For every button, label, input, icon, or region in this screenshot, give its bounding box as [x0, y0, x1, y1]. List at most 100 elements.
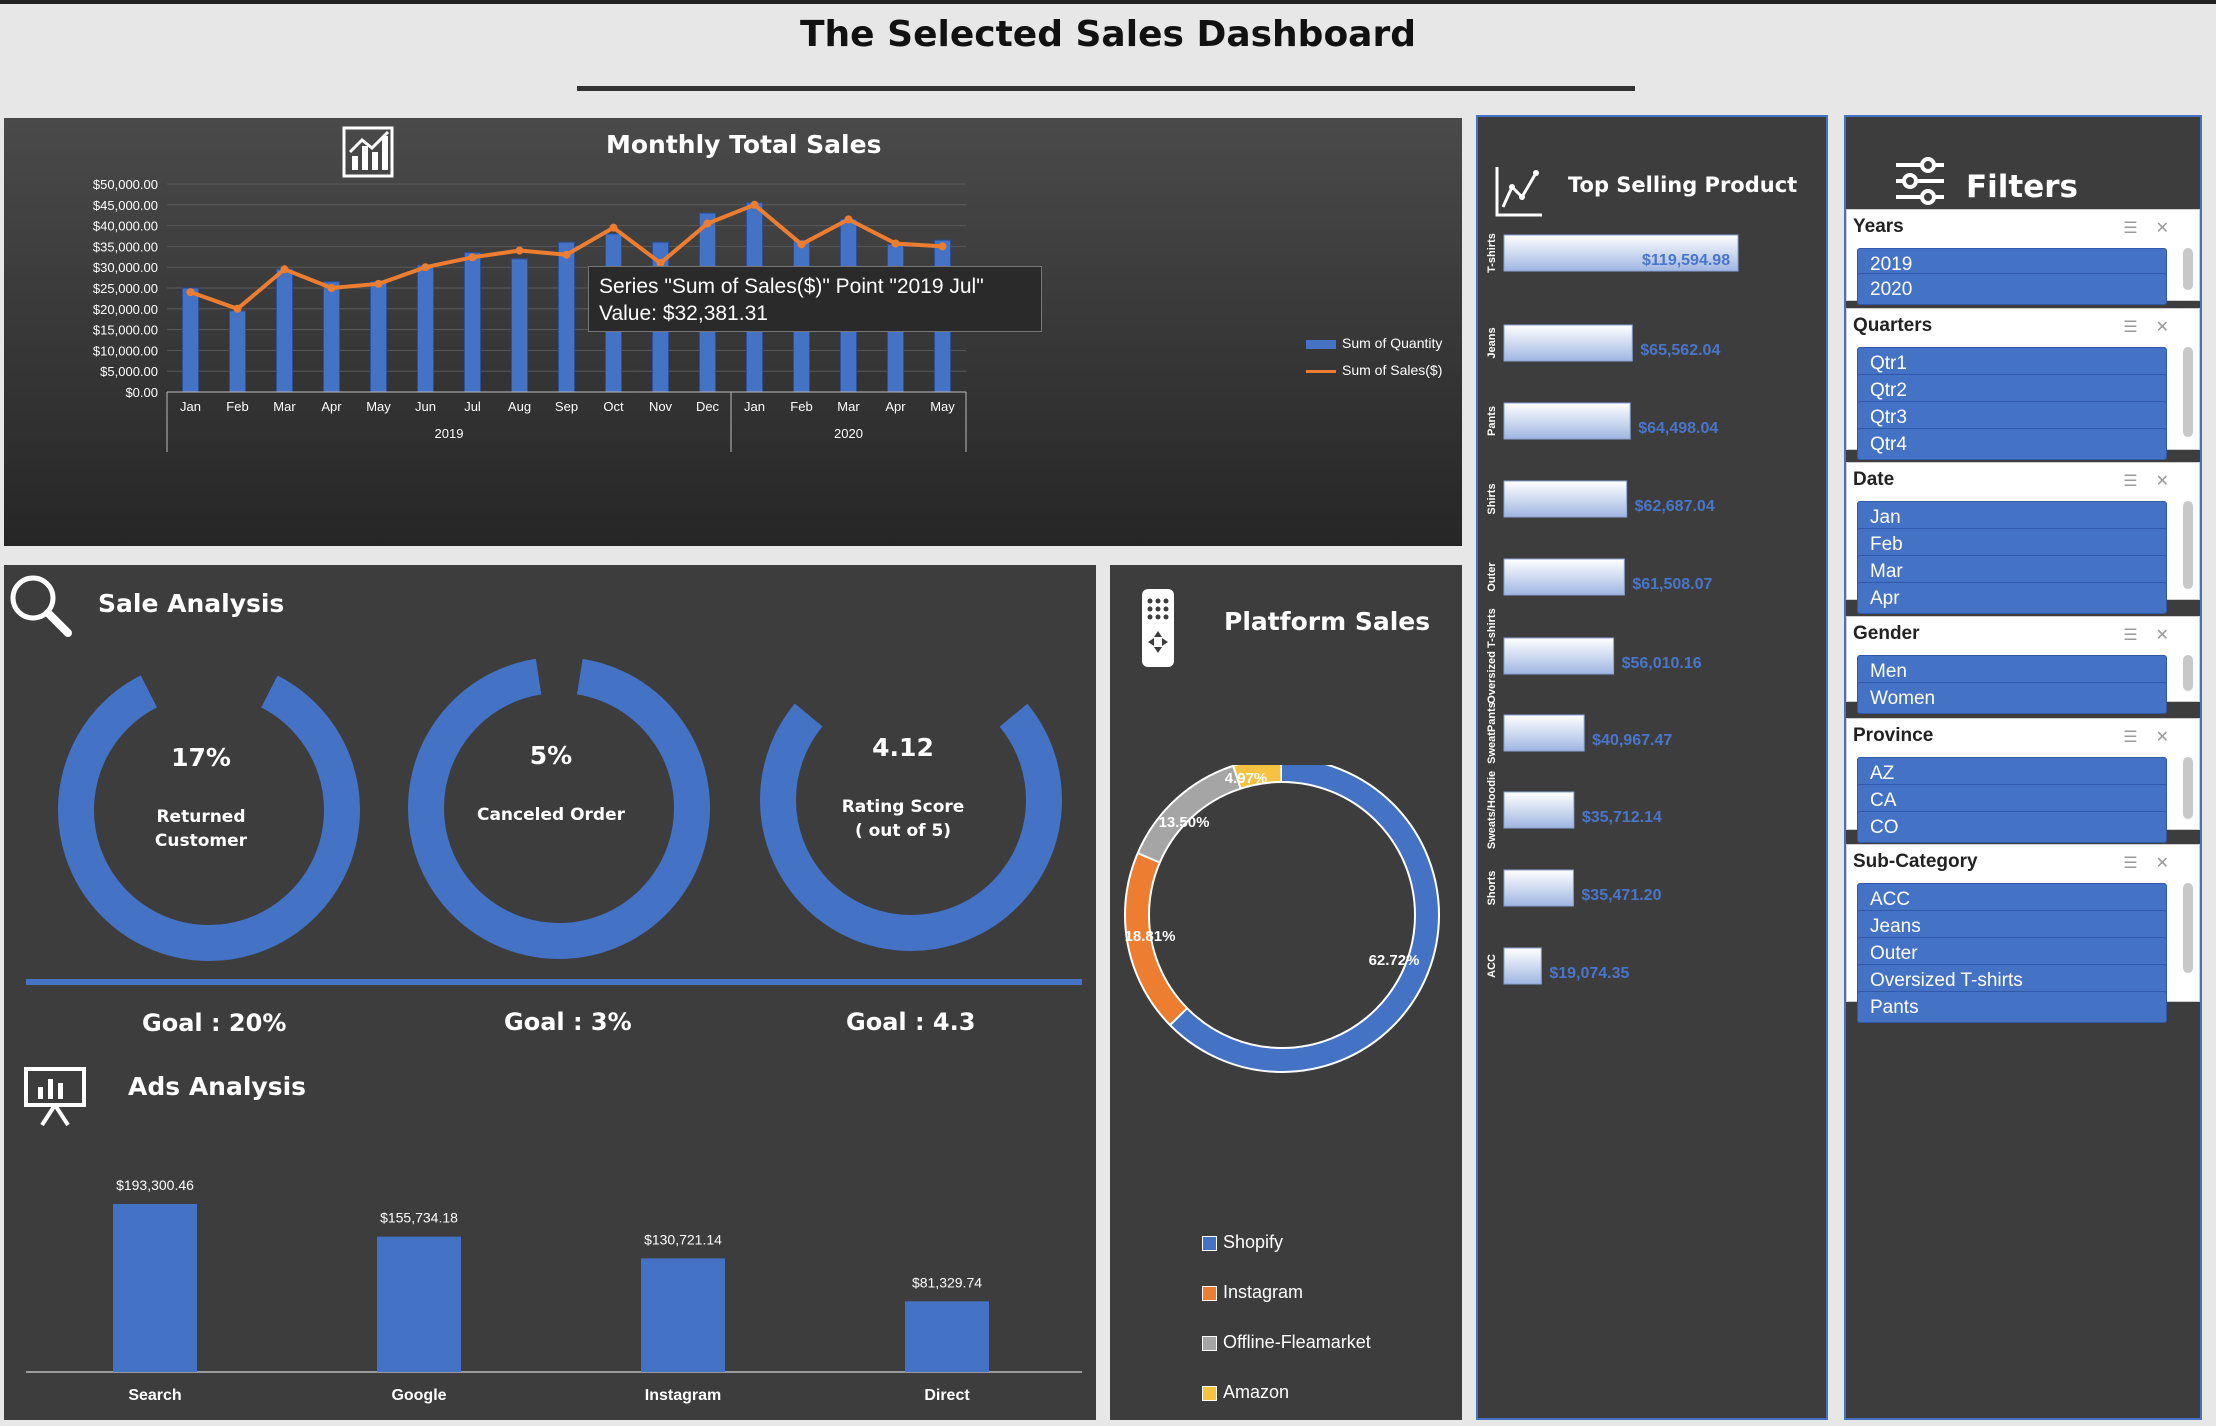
quantity-bar [323, 281, 340, 393]
chart-tooltip: Series "Sum of Sales($)" Point "2019 Jul… [588, 266, 1042, 332]
slicer-item[interactable]: Pants [1857, 991, 2167, 1023]
slicer-multiselect-icon[interactable]: ☰✕ [2123, 853, 2187, 873]
slicer-item[interactable]: Apr [1857, 582, 2167, 614]
title-underline [577, 86, 1635, 91]
gauge-label: Rating Score [842, 797, 965, 817]
sale-analysis-panel[interactable]: Sale Analysis 17% Returned Customer 5% Cance… [4, 565, 1096, 1420]
slicer-scrollbar[interactable] [2183, 757, 2193, 819]
slicer-title: Province [1853, 725, 1934, 746]
slicer-quarters: Quarters ☰✕ Qtr1 Qtr2 Qtr3 Qtr4 [1846, 308, 2200, 460]
legend-swatch [1202, 1335, 1217, 1351]
goal-divider [26, 979, 1082, 985]
tooltip-value: Value: $32,381.31 [599, 302, 768, 325]
x-tick-label: Jan [744, 399, 765, 414]
legend-label: Offline-Fleamarket [1223, 1332, 1371, 1352]
platform-legend: Shopify Instagram Offline-Fleamarket Ama… [1202, 1217, 1371, 1417]
sales-point [891, 239, 900, 248]
goal-canceled: Goal : 3% [504, 1008, 632, 1036]
goal-rating: Goal : 4.3 [846, 1008, 976, 1036]
slicer-scrollbar[interactable] [2183, 883, 2193, 973]
donut-value-label: 62.72% [1369, 952, 1420, 969]
slicer-title: Date [1853, 469, 1895, 490]
ads-category-label: Search [128, 1387, 181, 1404]
presentation-icon [24, 1067, 86, 1127]
product-bar [1503, 402, 1631, 440]
ads-bar [377, 1236, 461, 1372]
donut-value-label: 18.81% [1125, 928, 1176, 945]
product-category-label: ACC [1486, 954, 1498, 978]
legend-swatch [1306, 369, 1336, 373]
slicer-scrollbar[interactable] [2183, 655, 2193, 691]
filters-title: Filters [1966, 169, 2079, 205]
ads-value-label: $155,734.18 [380, 1210, 458, 1226]
sales-point [280, 265, 289, 274]
slicer-scrollbar[interactable] [2183, 248, 2193, 290]
x-tick-label: Nov [649, 399, 673, 414]
gauge-label: Returned [156, 807, 245, 827]
quantity-bar [182, 287, 199, 393]
platform-donut-chart[interactable]: 62.72% 18.81% 13.50% 4.97% [1110, 765, 1462, 1095]
product-bar [1503, 947, 1542, 985]
sales-point [374, 279, 383, 288]
sales-point [750, 200, 759, 209]
slicer-multiselect-icon[interactable]: ☰✕ [2123, 625, 2187, 645]
quantity-bar [417, 264, 434, 393]
product-category-label: SweatPants [1486, 702, 1498, 764]
product-value-label: $61,508.07 [1632, 576, 1712, 593]
x-tick-label: Feb [790, 399, 812, 414]
ads-chart[interactable]: $193,300.46 Search $155,734.18 Google $130,7… [4, 1145, 1096, 1420]
legend-instagram: Instagram [1202, 1267, 1371, 1317]
product-bar [1503, 869, 1574, 907]
slicer-multiselect-icon[interactable]: ☰✕ [2123, 317, 2187, 337]
product-category-label: Jeans [1486, 327, 1498, 358]
slicer-scrollbar[interactable] [2183, 501, 2193, 589]
slicer-item[interactable]: 2020 [1857, 273, 2167, 305]
platform-sales-title: Platform Sales [1224, 607, 1431, 636]
slicer-item[interactable]: CO [1857, 811, 2167, 843]
gauge-value: 17% [171, 743, 231, 772]
donut-value-label: 4.97% [1225, 770, 1268, 787]
quantity-bar [370, 281, 387, 393]
platform-sales-panel[interactable]: Platform Sales 62.72% 18.81% 13.50% 4.97% S… [1110, 565, 1462, 1420]
legend-swatch [1202, 1235, 1217, 1251]
x-tick-label: Mar [273, 399, 296, 414]
x-tick-label: Jul [464, 399, 481, 414]
x-tick-label: Aug [508, 399, 531, 414]
slicer-province: Province ☰✕ AZ CA CO [1846, 718, 2200, 843]
sales-point [186, 288, 195, 297]
x-tick-label: Oct [603, 399, 624, 414]
product-value-label: $64,498.04 [1638, 420, 1718, 437]
sales-point [327, 284, 336, 292]
slicer-item[interactable]: Qtr4 [1857, 428, 2167, 460]
legend-swatch [1202, 1385, 1217, 1401]
y-tick-label: $20,000.00 [93, 302, 158, 317]
top-selling-panel[interactable]: Top Selling Product $119,594.98 T-shirts $… [1476, 115, 1828, 1420]
monthly-sales-panel[interactable]: Monthly Total Sales $50,000.00 $45,000.00… [4, 118, 1462, 546]
legend-shopify: Shopify [1202, 1217, 1371, 1267]
slicer-sub-category: Sub-Category ☰✕ ACC Jeans Outer Oversized T-s… [1846, 844, 2200, 1023]
y-tick-label: $5,000.00 [100, 364, 158, 379]
slicer-multiselect-icon[interactable]: ☰✕ [2123, 727, 2187, 747]
slicer-years: Years ☰✕ 2019 2020 [1846, 209, 2200, 305]
slicer-multiselect-icon[interactable]: ☰✕ [2123, 471, 2187, 491]
y-tick-label: $25,000.00 [93, 281, 158, 296]
sales-point [609, 223, 618, 232]
quantity-bar [229, 310, 246, 393]
ads-value-label: $193,300.46 [116, 1177, 194, 1193]
sales-point [421, 263, 430, 272]
top-selling-chart[interactable]: $119,594.98 T-shirts $65,562.04 Jeans $64,49… [1478, 117, 1830, 1417]
legend-label: Shopify [1223, 1232, 1284, 1252]
product-bar [1503, 558, 1625, 596]
slicer-item[interactable]: Women [1857, 682, 2167, 714]
legend-label: Sum of Quantity [1342, 335, 1443, 351]
ads-bar [113, 1204, 197, 1372]
ads-category-label: Google [391, 1387, 446, 1404]
x-tick-label: Feb [226, 399, 248, 414]
slicer-multiselect-icon[interactable]: ☰✕ [2123, 218, 2187, 238]
ads-analysis-title: Ads Analysis [128, 1072, 307, 1101]
legend-label: Sum of Sales($) [1342, 362, 1443, 378]
slicer-title: Years [1853, 216, 1904, 237]
slicer-scrollbar[interactable] [2183, 347, 2193, 437]
monthly-sales-chart[interactable]: $50,000.00 $45,000.00 $40,000.00 $35,000.00… [4, 118, 1462, 546]
product-bar [1503, 324, 1633, 362]
